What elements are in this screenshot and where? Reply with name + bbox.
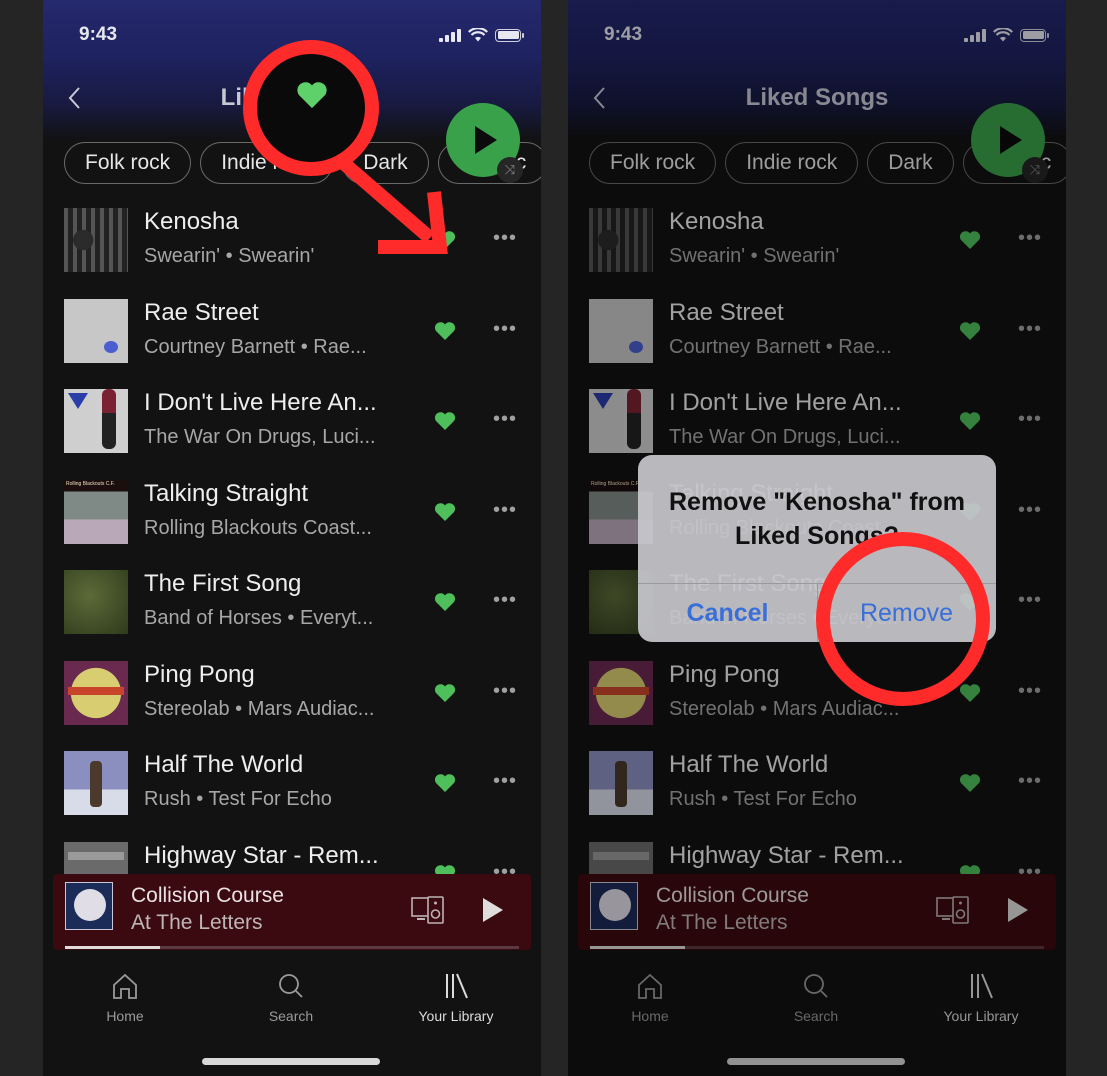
more-options-icon[interactable]: ••• xyxy=(493,590,517,610)
now-playing-artist: At The Letters xyxy=(131,911,263,934)
track-row[interactable]: Rae Street Courtney Barnett • Rae... ••• xyxy=(43,291,541,381)
status-bar: 9:43 xyxy=(43,22,541,52)
remove-confirmation-dialog: Remove "Kenosha" from Liked Songs? Cance… xyxy=(638,455,996,642)
track-subtitle: The War On Drugs, Luci... xyxy=(144,426,376,448)
track-row[interactable]: Talking Straight Rolling Blackouts Coast… xyxy=(43,472,541,562)
play-icon xyxy=(475,126,497,154)
wifi-icon xyxy=(468,28,488,42)
album-art xyxy=(64,389,128,453)
track-title: Kenosha xyxy=(144,208,239,235)
playback-progress-fill xyxy=(65,946,161,949)
tab-label: Your Library xyxy=(418,1008,494,1024)
track-row[interactable]: Half The World Rush • Test For Echo ••• xyxy=(43,743,541,833)
now-playing-title: Collision Course xyxy=(131,884,284,907)
now-playing-album-art xyxy=(65,882,113,930)
more-options-icon[interactable]: ••• xyxy=(493,500,517,520)
more-options-icon[interactable]: ••• xyxy=(493,771,517,791)
shuffle-icon[interactable]: ⤨ xyxy=(497,157,523,183)
track-subtitle: Band of Horses • Everyt... xyxy=(144,607,374,629)
heart-icon[interactable] xyxy=(434,230,456,250)
heart-icon[interactable] xyxy=(434,502,456,522)
cancel-button[interactable]: Cancel xyxy=(638,584,817,642)
album-art xyxy=(64,751,128,815)
track-subtitle: Courtney Barnett • Rae... xyxy=(144,336,367,358)
status-time: 9:43 xyxy=(79,24,118,45)
more-options-icon[interactable]: ••• xyxy=(493,681,517,701)
remove-button[interactable]: Remove xyxy=(817,584,996,642)
heart-icon[interactable] xyxy=(434,592,456,612)
bottom-tab-bar: Home Search Your Library xyxy=(43,960,541,1040)
search-icon xyxy=(279,974,303,998)
track-title: The First Song xyxy=(144,570,302,597)
track-title: Rae Street xyxy=(144,299,259,326)
album-art xyxy=(64,480,128,544)
album-art xyxy=(64,570,128,634)
home-icon xyxy=(113,973,137,999)
more-options-icon[interactable]: ••• xyxy=(493,319,517,339)
track-title: Talking Straight xyxy=(144,480,309,507)
track-row[interactable]: Ping Pong Stereolab • Mars Audiac... ••• xyxy=(43,653,541,743)
track-subtitle: Rush • Test For Echo xyxy=(144,788,332,810)
filter-chip[interactable]: Indie rock xyxy=(200,142,334,184)
battery-icon xyxy=(495,28,524,42)
album-art xyxy=(64,299,128,363)
heart-icon[interactable] xyxy=(434,411,456,431)
play-icon[interactable] xyxy=(483,898,503,922)
tab-label: Home xyxy=(106,1008,144,1024)
more-options-icon[interactable]: ••• xyxy=(493,409,517,429)
dialog-message: Remove "Kenosha" from Liked Songs? xyxy=(669,488,965,550)
more-options-icon[interactable]: ••• xyxy=(493,228,517,248)
status-icons xyxy=(439,28,524,42)
track-title: Half The World xyxy=(144,751,304,778)
playback-progress-bar[interactable] xyxy=(65,946,519,949)
heart-icon[interactable] xyxy=(434,683,456,703)
home-indicator xyxy=(202,1058,380,1065)
album-art xyxy=(64,208,128,272)
track-row[interactable]: Kenosha Swearin' • Swearin' ••• xyxy=(43,200,541,290)
phone-screen-remove-confirmation: 9:43 Liked Songs Folk rock Indie rock Da… xyxy=(568,0,1066,1076)
filter-chip[interactable]: Folk rock xyxy=(64,142,192,184)
track-subtitle: Swearin' • Swearin' xyxy=(144,245,315,267)
track-title: Ping Pong xyxy=(144,661,255,688)
track-row[interactable]: I Don't Live Here An... The War On Drugs… xyxy=(43,381,541,471)
track-row[interactable]: The First Song Band of Horses • Everyt..… xyxy=(43,562,541,652)
tab-your-library[interactable]: Your Library xyxy=(396,972,516,1024)
phone-screen-liked-songs: 9:43 Liked Songs Folk rock Indie rock Da… xyxy=(43,0,541,1076)
heart-icon[interactable] xyxy=(434,773,456,793)
track-title: Highway Star - Rem... xyxy=(144,842,379,869)
cellular-signal-icon xyxy=(439,28,461,42)
track-subtitle: Stereolab • Mars Audiac... xyxy=(144,698,375,720)
album-art xyxy=(64,661,128,725)
filter-chip[interactable]: Dark xyxy=(342,142,429,184)
now-playing-bar[interactable]: Collision Course At The Letters xyxy=(53,874,531,950)
heart-icon[interactable] xyxy=(434,321,456,341)
tab-label: Search xyxy=(268,1008,314,1024)
tab-search[interactable]: Search xyxy=(231,972,351,1024)
tab-home[interactable]: Home xyxy=(65,972,185,1024)
devices-icon[interactable] xyxy=(411,896,445,924)
track-title: I Don't Live Here An... xyxy=(144,389,377,416)
library-icon xyxy=(446,973,468,999)
track-subtitle: Rolling Blackouts Coast... xyxy=(144,517,372,539)
